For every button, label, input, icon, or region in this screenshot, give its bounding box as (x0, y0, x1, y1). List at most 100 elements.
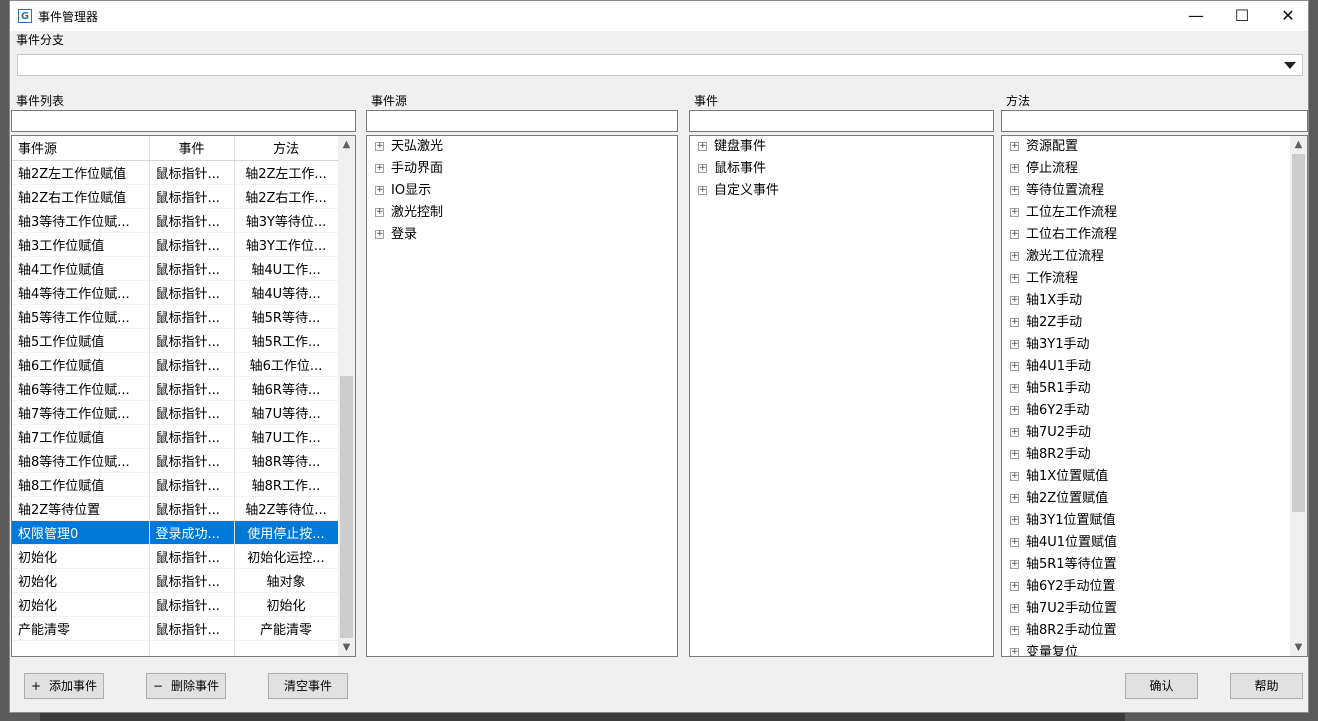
minimize-button[interactable]: — (1173, 1, 1219, 31)
tree-node[interactable]: + 轴2Z手动 (1002, 312, 1117, 334)
tree-node[interactable]: + 等待位置流程 (1002, 180, 1117, 202)
tree-node[interactable]: + 轴6Y2手动位置 (1002, 576, 1117, 598)
scroll-up-icon[interactable]: ▲ (1290, 136, 1307, 153)
tree-node[interactable]: + 键盘事件 (690, 136, 779, 158)
expand-icon[interactable]: + (698, 186, 707, 195)
tree-node[interactable]: + 轴1X手动 (1002, 290, 1117, 312)
tree-node[interactable]: + 轴5R1手动 (1002, 378, 1117, 400)
tree-node[interactable]: + 工位右工作流程 (1002, 224, 1117, 246)
scroll-thumb[interactable] (340, 376, 353, 638)
table-row[interactable]: 轴8等待工作位赋... 鼠标指针... 轴8R等待... (12, 448, 339, 473)
expand-icon[interactable]: + (1010, 604, 1019, 613)
expand-icon[interactable]: + (1010, 164, 1019, 173)
tree-node[interactable]: + 激光工位流程 (1002, 246, 1117, 268)
tree-node[interactable]: + 轴6Y2手动 (1002, 400, 1117, 422)
tree-node[interactable]: + 轴7U2手动位置 (1002, 598, 1117, 620)
expand-icon[interactable]: + (1010, 582, 1019, 591)
table-row[interactable]: 初始化 鼠标指针... 初始化运控... (12, 544, 339, 569)
tree-node[interactable]: + 自定义事件 (690, 180, 779, 202)
expand-icon[interactable]: + (698, 142, 707, 151)
tree-node[interactable]: + 轴3Y1位置赋值 (1002, 510, 1117, 532)
event-list-table[interactable]: 事件源 事件 方法 轴2Z左工作位赋值 鼠标指针... 轴2Z左工作... 轴2Z右工作位赋… (11, 135, 356, 657)
expand-icon[interactable]: + (1010, 494, 1019, 503)
expand-icon[interactable]: + (375, 230, 384, 239)
table-row[interactable]: 初始化 鼠标指针... 轴对象 (12, 568, 339, 593)
tree-node[interactable]: + 登录 (367, 224, 443, 246)
table-row[interactable]: 轴3工作位赋值 鼠标指针... 轴3Y工作位... (12, 232, 339, 257)
event-source-filter-input[interactable] (366, 110, 678, 132)
expand-icon[interactable]: + (1010, 340, 1019, 349)
dropdown-arrow-icon[interactable] (1284, 62, 1296, 69)
expand-icon[interactable]: + (1010, 406, 1019, 415)
column-header[interactable]: 事件 (149, 136, 235, 161)
add-event-button[interactable]: + 添加事件 (24, 673, 104, 699)
tree-node[interactable]: + 轴8R2手动位置 (1002, 620, 1117, 642)
expand-icon[interactable]: + (375, 186, 384, 195)
tree-node[interactable]: + 激光控制 (367, 202, 443, 224)
methods-filter-input[interactable] (1001, 110, 1308, 132)
expand-icon[interactable]: + (1010, 384, 1019, 393)
table-row[interactable]: 轴4工作位赋值 鼠标指针... 轴4U工作... (12, 256, 339, 281)
scroll-down-icon[interactable]: ▼ (1290, 639, 1307, 656)
expand-icon[interactable]: + (1010, 318, 1019, 327)
tree-node[interactable]: + IO显示 (367, 180, 443, 202)
tree-node[interactable]: + 轴5R1等待位置 (1002, 554, 1117, 576)
table-row[interactable]: 初始化 鼠标指针... 初始化 (12, 592, 339, 617)
expand-icon[interactable]: + (1010, 274, 1019, 283)
clear-events-button[interactable]: 清空事件 (268, 673, 348, 699)
tree-node[interactable]: + 轴1X位置赋值 (1002, 466, 1117, 488)
event-list-scrollbar[interactable]: ▲ ▼ (338, 136, 355, 656)
events-filter-input[interactable] (689, 110, 994, 132)
expand-icon[interactable]: + (1010, 208, 1019, 217)
tree-node[interactable]: + 轴4U1手动 (1002, 356, 1117, 378)
table-row[interactable]: 轴2Z等待位置 鼠标指针... 轴2Z等待位... (12, 496, 339, 521)
confirm-button[interactable]: 确认 (1125, 673, 1198, 699)
scroll-down-icon[interactable]: ▼ (338, 639, 355, 656)
table-row[interactable]: 轴8工作位赋值 鼠标指针... 轴8R工作... (12, 472, 339, 497)
table-row[interactable]: 轴3等待工作位赋... 鼠标指针... 轴3Y等待位... (12, 208, 339, 233)
tree-node[interactable]: + 轴4U1位置赋值 (1002, 532, 1117, 554)
table-row[interactable]: 轴6等待工作位赋... 鼠标指针... 轴6R等待... (12, 376, 339, 401)
expand-icon[interactable]: + (375, 164, 384, 173)
tree-node[interactable]: + 变量复位 (1002, 642, 1117, 656)
table-row[interactable]: 轴2Z左工作位赋值 鼠标指针... 轴2Z左工作... (12, 160, 339, 185)
table-row[interactable]: 产能清零 鼠标指针... 产能清零 (12, 616, 339, 641)
tree-node[interactable]: + 轴3Y1手动 (1002, 334, 1117, 356)
table-row[interactable]: 轴5工作位赋值 鼠标指针... 轴5R工作... (12, 328, 339, 353)
expand-icon[interactable]: + (375, 142, 384, 151)
tree-node[interactable]: + 手动界面 (367, 158, 443, 180)
tree-node[interactable]: + 资源配置 (1002, 136, 1117, 158)
scroll-thumb[interactable] (1292, 154, 1305, 512)
expand-icon[interactable]: + (1010, 186, 1019, 195)
events-tree[interactable]: + 键盘事件 + 鼠标事件 + 自定义事件 (689, 135, 994, 657)
expand-icon[interactable]: + (1010, 142, 1019, 151)
tree-node[interactable]: + 轴8R2手动 (1002, 444, 1117, 466)
tree-node[interactable]: + 工位左工作流程 (1002, 202, 1117, 224)
expand-icon[interactable]: + (1010, 428, 1019, 437)
expand-icon[interactable]: + (1010, 472, 1019, 481)
expand-icon[interactable]: + (1010, 560, 1019, 569)
table-row[interactable]: 轴4等待工作位赋... 鼠标指针... 轴4U等待... (12, 280, 339, 305)
table-row[interactable]: 轴2Z右工作位赋值 鼠标指针... 轴2Z右工作... (12, 184, 339, 209)
expand-icon[interactable]: + (1010, 538, 1019, 547)
help-button[interactable]: 帮助 (1230, 673, 1303, 699)
methods-tree[interactable]: + 资源配置 + 停止流程 + 等待位置流程 + 工位左工作流程 + 工位右工作流程 + 激光工位流程… (1001, 135, 1308, 657)
table-row[interactable]: 权限管理0 登录成功... 使用停止按... (12, 520, 339, 545)
tree-node[interactable]: + 鼠标事件 (690, 158, 779, 180)
delete-event-button[interactable]: − 删除事件 (146, 673, 226, 699)
expand-icon[interactable]: + (1010, 252, 1019, 261)
table-row[interactable]: 轴7等待工作位赋... 鼠标指针... 轴7U等待... (12, 400, 339, 425)
expand-icon[interactable]: + (1010, 296, 1019, 305)
expand-icon[interactable]: + (1010, 362, 1019, 371)
table-row[interactable]: 轴7工作位赋值 鼠标指针... 轴7U工作... (12, 424, 339, 449)
tree-node[interactable]: + 天弘激光 (367, 136, 443, 158)
expand-icon[interactable]: + (375, 208, 384, 217)
scroll-up-icon[interactable]: ▲ (338, 136, 355, 153)
tree-node[interactable]: + 轴7U2手动 (1002, 422, 1117, 444)
event-list-filter-input[interactable] (11, 110, 356, 132)
branch-dropdown[interactable] (17, 54, 1303, 76)
event-source-tree[interactable]: + 天弘激光 + 手动界面 + IO显示 + 激光控制 + 登录 (366, 135, 678, 657)
expand-icon[interactable]: + (1010, 516, 1019, 525)
close-button[interactable]: ✕ (1265, 1, 1311, 31)
table-row[interactable]: 轴6工作位赋值 鼠标指针... 轴6工作位... (12, 352, 339, 377)
